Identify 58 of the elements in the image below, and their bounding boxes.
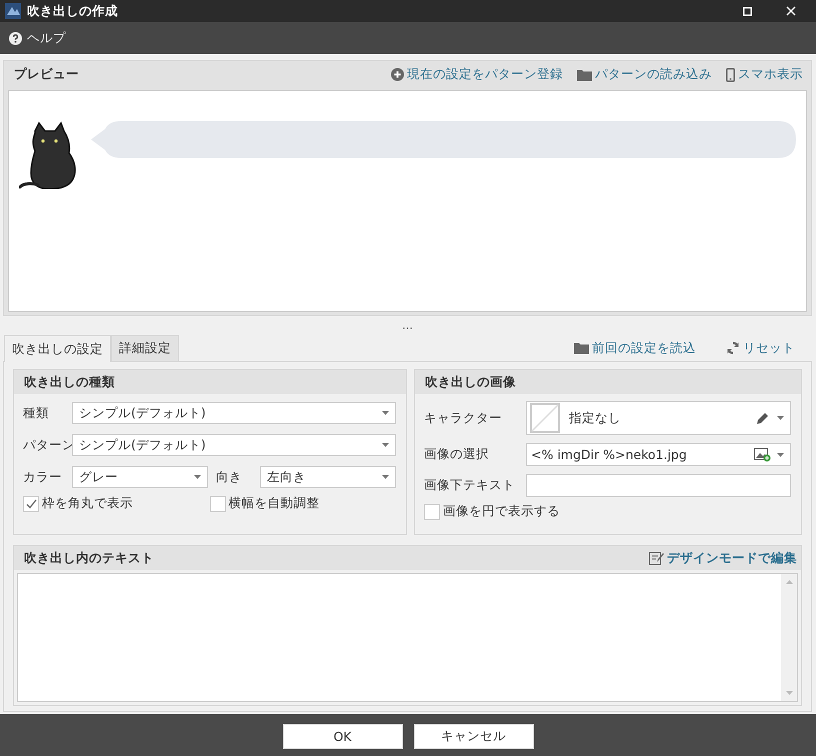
- folder-icon: [574, 342, 589, 354]
- add-image-icon: [754, 448, 771, 462]
- help-menu[interactable]: ヘルプ: [9, 30, 66, 46]
- close-icon[interactable]: [786, 6, 796, 16]
- group-header: 吹き出し内のテキスト: [24, 550, 154, 566]
- toolbar-link[interactable]: 前回の設定を読込: [574, 340, 696, 356]
- field-label: カラー: [23, 468, 63, 486]
- caret-icon: [777, 452, 784, 456]
- caret-icon: [777, 416, 784, 420]
- edit-icon: [649, 551, 664, 565]
- field-label: キャラクター: [424, 410, 503, 426]
- dropdown[interactable]: シンプル(デフォルト): [72, 402, 396, 424]
- toolbar-link[interactable]: デザインモードで編集: [649, 550, 797, 566]
- checkbox-label: 横幅を自動調整: [228, 495, 320, 512]
- field-label: 種類: [23, 404, 50, 422]
- cancel-button[interactable]: キャンセル: [414, 724, 534, 748]
- window-title: 吹き出しの作成: [27, 2, 119, 20]
- toolbar-link[interactable]: スマホ表示: [726, 66, 803, 83]
- ok-button[interactable]: OK: [282, 724, 402, 748]
- field-label: 向き: [215, 468, 243, 486]
- checkbox-label: 画像を円で表示する: [443, 503, 560, 520]
- checkbox[interactable]: [23, 496, 39, 512]
- checkbox[interactable]: [424, 504, 440, 520]
- plus-icon: [391, 68, 404, 81]
- tab[interactable]: 詳細設定: [111, 335, 179, 361]
- checkbox[interactable]: [210, 496, 226, 512]
- maximize-icon[interactable]: [742, 6, 752, 16]
- app-logo-icon: [5, 3, 21, 19]
- caret-icon: [194, 475, 201, 479]
- image-path-dropdown[interactable]: <% imgDir %>neko1.jpg: [526, 443, 791, 466]
- toolbar-link[interactable]: パターンの読み込み: [577, 66, 712, 83]
- caret-icon: [382, 475, 389, 479]
- field-label: 画像の選択: [424, 446, 490, 463]
- caret-icon: [382, 443, 389, 447]
- caret-icon: [382, 411, 389, 415]
- group-header: 吹き出しの画像: [415, 370, 801, 394]
- dropdown[interactable]: シンプル(デフォルト): [72, 434, 396, 456]
- field-label: 画像下テキスト: [424, 477, 516, 494]
- smartphone-icon: [726, 68, 735, 82]
- scrollbar[interactable]: [781, 574, 797, 701]
- splitter-handle[interactable]: …: [402, 319, 413, 332]
- folder-icon: [577, 68, 592, 80]
- refresh-icon: [726, 341, 740, 355]
- dropdown[interactable]: グレー: [72, 466, 208, 488]
- pencil-icon: [756, 412, 769, 424]
- scroll-down-icon[interactable]: [786, 691, 792, 695]
- scroll-up-icon[interactable]: [786, 580, 792, 584]
- character-dropdown[interactable]: 指定なし: [526, 401, 791, 435]
- toolbar-link[interactable]: リセット: [726, 340, 795, 356]
- text-input-field[interactable]: [526, 474, 791, 497]
- help-icon: [9, 32, 22, 44]
- toolbar-link[interactable]: 現在の設定をパターン登録: [391, 66, 563, 83]
- dropdown[interactable]: 左向き: [260, 466, 396, 488]
- tab[interactable]: 吹き出しの設定: [4, 335, 111, 362]
- group-header: 吹き出しの種類: [14, 370, 406, 394]
- text-area[interactable]: [17, 573, 798, 702]
- preview-title: プレビュー: [14, 66, 80, 83]
- checkbox-label: 枠を角丸で表示: [42, 495, 133, 512]
